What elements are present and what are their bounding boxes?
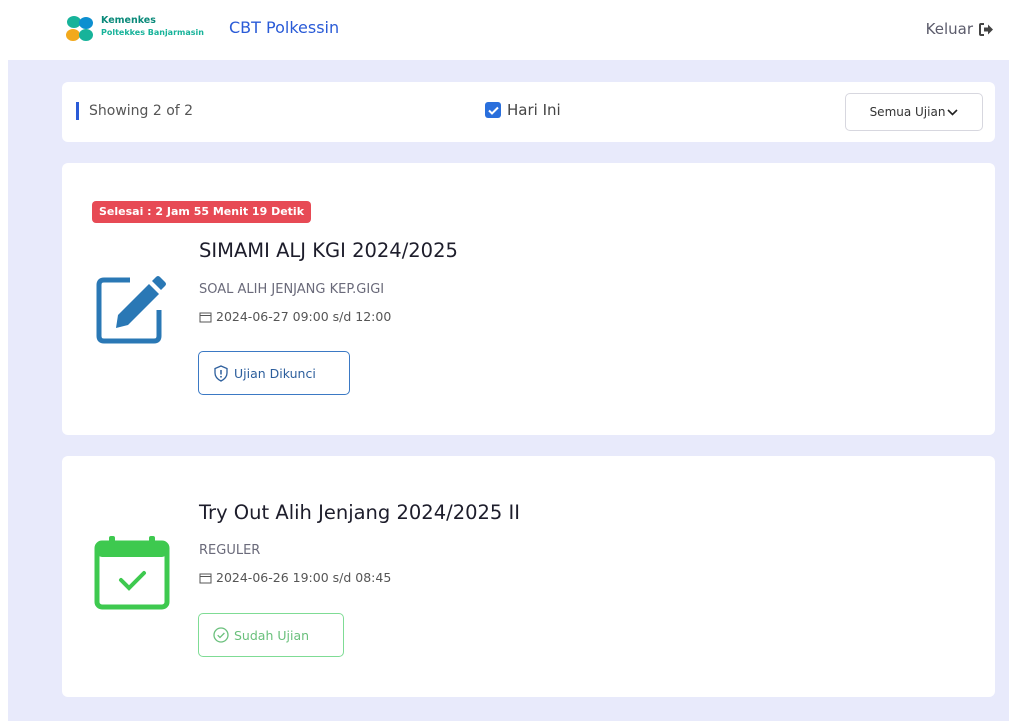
exam-date: 2024-06-26 19:00 s/d 08:45 xyxy=(199,570,391,585)
kemenkes-logo-icon xyxy=(66,16,93,41)
edit-icon xyxy=(96,276,166,344)
exam-locked-label: Ujian Dikunci xyxy=(234,365,316,381)
chevron-down-icon xyxy=(947,108,959,116)
exam-date-text: 2024-06-27 09:00 s/d 12:00 xyxy=(216,309,392,324)
exam-card: Try Out Alih Jenjang 2024/2025 II REGULE… xyxy=(62,456,995,697)
calendar-check-icon xyxy=(94,536,170,610)
exam-done-button[interactable]: Sudah Ujian xyxy=(198,613,344,657)
exam-done-label: Sudah Ujian xyxy=(234,627,310,643)
exam-title: Try Out Alih Jenjang 2024/2025 II xyxy=(199,501,521,524)
brand-line-2: Poltekkes Banjarmasin xyxy=(101,28,204,37)
shield-icon xyxy=(214,364,228,382)
brand-text: Kemenkes Poltekkes Banjarmasin xyxy=(101,15,204,38)
exam-subtitle: SOAL ALIH JENJANG KEP.GIGI xyxy=(199,282,385,297)
exam-type-select-value: Semua Ujian xyxy=(869,105,946,119)
today-filter-checkbox[interactable]: Hari Ini xyxy=(485,101,561,119)
check-circle-icon xyxy=(213,627,229,643)
brand-line-1: Kemenkes xyxy=(101,15,156,26)
exam-date: 2024-06-27 09:00 s/d 12:00 xyxy=(199,309,391,324)
exam-locked-button[interactable]: Ujian Dikunci xyxy=(198,351,350,395)
exam-date-text: 2024-06-26 19:00 s/d 08:45 xyxy=(216,570,392,585)
exam-title: SIMAMI ALJ KGI 2024/2025 xyxy=(199,239,458,262)
exam-type-select[interactable]: Semua Ujian xyxy=(845,93,983,131)
showing-count: Showing 2 of 2 xyxy=(76,102,193,120)
top-navbar: Kemenkes Poltekkes Banjarmasin CBT Polke… xyxy=(0,0,1009,60)
app-title[interactable]: CBT Polkessin xyxy=(229,18,339,37)
calendar-icon xyxy=(199,573,212,583)
calendar-icon xyxy=(199,312,212,322)
logout-label: Keluar xyxy=(925,20,973,38)
today-filter-label: Hari Ini xyxy=(507,101,561,119)
exam-card: Selesai : 2 Jam 55 Menit 19 Detik SIMAMI… xyxy=(62,163,995,435)
exam-subtitle: REGULER xyxy=(199,543,261,558)
logout-button[interactable]: Keluar xyxy=(926,20,994,38)
sign-out-icon xyxy=(979,22,993,36)
finished-countdown-badge: Selesai : 2 Jam 55 Menit 19 Detik xyxy=(92,201,312,223)
filter-bar: Showing 2 of 2 Hari Ini Semua Ujian xyxy=(62,82,995,142)
checkbox-checked-icon[interactable] xyxy=(485,102,501,118)
